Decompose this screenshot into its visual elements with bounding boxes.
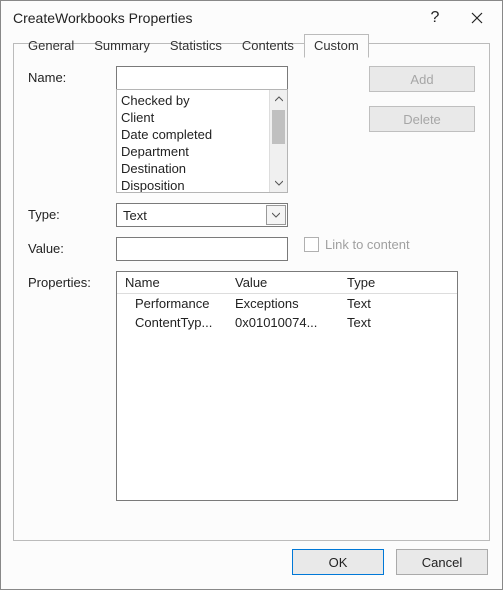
checkbox-box [304,237,319,252]
ok-button[interactable]: OK [292,549,384,575]
tab-statistics[interactable]: Statistics [160,34,232,58]
col-header-name[interactable]: Name [117,272,227,294]
chevron-down-icon [275,180,283,186]
link-to-content-checkbox: Link to content [304,237,410,252]
cell-name: Performance [117,294,227,314]
list-item[interactable]: Date completed [121,126,265,143]
value-label: Value: [28,237,116,256]
properties-label: Properties: [28,271,116,290]
tab-custom-panel: Name: Checked by Client Date completed D… [14,44,489,521]
titlebar: CreateWorkbooks Properties ? [1,1,502,35]
cell-type: Text [339,313,457,332]
chevron-up-icon [275,96,283,102]
properties-dialog: CreateWorkbooks Properties ? General Sum… [0,0,503,590]
close-button[interactable] [456,3,498,33]
cell-value: 0x01010074... [227,313,339,332]
tab-summary[interactable]: Summary [84,34,160,58]
scroll-up-button[interactable] [270,90,287,108]
help-button[interactable]: ? [414,3,456,33]
help-icon: ? [431,9,440,27]
properties-header-row: Name Value Type [117,272,457,294]
value-input[interactable] [116,237,288,261]
type-combobox[interactable]: Text [116,203,288,227]
list-scrollbar[interactable] [269,90,287,192]
close-icon [471,12,483,24]
tab-custom[interactable]: Custom [304,34,369,58]
cell-type: Text [339,294,457,314]
tab-strip: General Summary Statistics Contents Cust… [18,34,369,58]
delete-button[interactable]: Delete [369,106,475,132]
col-header-value[interactable]: Value [227,272,339,294]
scroll-down-button[interactable] [270,174,287,192]
scrollbar-track[interactable] [270,108,287,174]
col-header-type[interactable]: Type [339,272,457,294]
tab-contents[interactable]: Contents [232,34,304,58]
dialog-title: CreateWorkbooks Properties [13,10,414,26]
list-item[interactable]: Department [121,143,265,160]
properties-listview[interactable]: Name Value Type Performance Exceptions T… [116,271,458,501]
name-list-items: Checked by Client Date completed Departm… [117,90,269,192]
cancel-button[interactable]: Cancel [396,549,488,575]
table-row[interactable]: ContentTyp... 0x01010074... Text [117,313,457,332]
cell-name: ContentTyp... [117,313,227,332]
client-area: General Summary Statistics Contents Cust… [13,43,490,541]
name-suggestion-list[interactable]: Checked by Client Date completed Departm… [116,89,288,193]
link-to-content-label: Link to content [325,237,410,252]
list-item[interactable]: Destination [121,160,265,177]
dialog-footer: OK Cancel [292,549,488,575]
type-dropdown-button[interactable] [266,205,286,225]
cell-value: Exceptions [227,294,339,314]
chevron-down-icon [272,212,280,218]
scrollbar-thumb[interactable] [272,110,285,144]
name-input[interactable] [116,66,288,90]
list-item[interactable]: Disposition [121,177,265,193]
type-label: Type: [28,203,116,222]
type-value: Text [117,208,265,223]
list-item[interactable]: Client [121,109,265,126]
table-row[interactable]: Performance Exceptions Text [117,294,457,314]
name-label: Name: [28,66,116,85]
tab-general[interactable]: General [18,34,84,58]
list-item[interactable]: Checked by [121,92,265,109]
add-button[interactable]: Add [369,66,475,92]
